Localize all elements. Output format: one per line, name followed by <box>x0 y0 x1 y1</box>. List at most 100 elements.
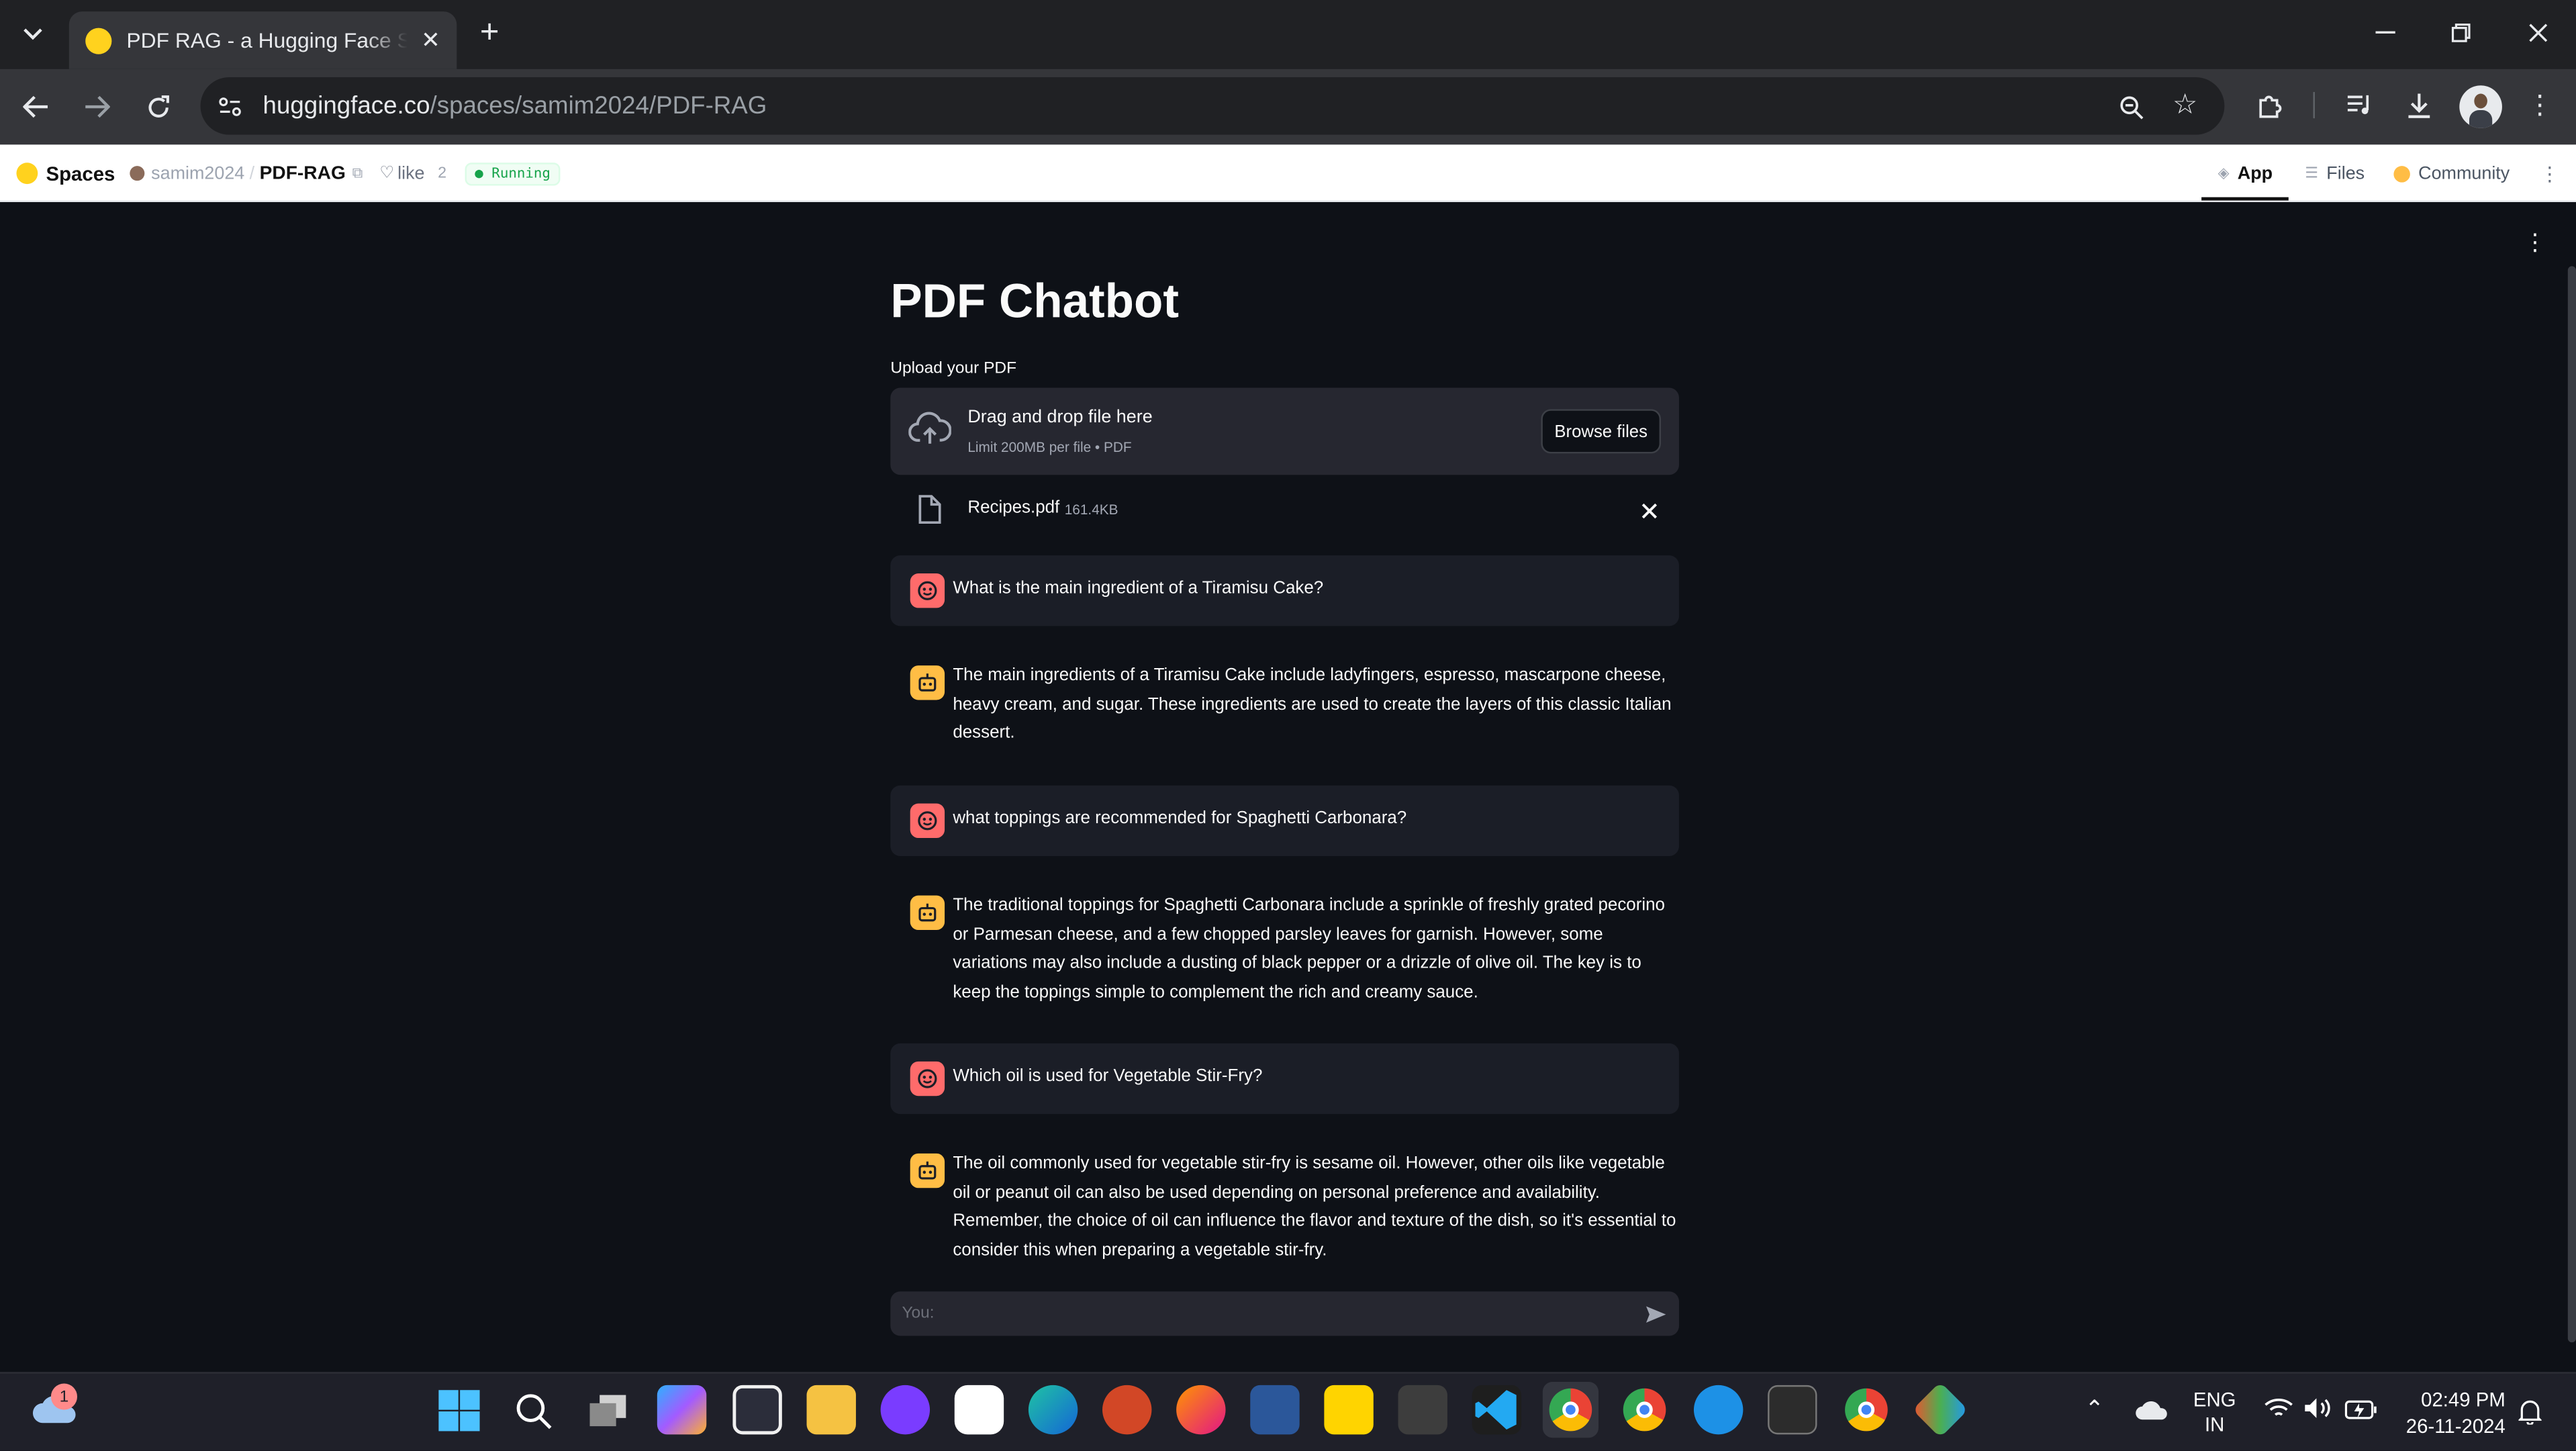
owner-avatar <box>130 166 145 181</box>
space-name-link[interactable]: PDF-RAG ⧉ <box>260 144 363 202</box>
chat-message-user: Which oil is used for Vegetable Stir-Fry… <box>890 1043 1679 1115</box>
tab-app[interactable]: ◈ App <box>2218 144 2273 202</box>
status-badge: ● Running <box>465 144 561 202</box>
task-view-icon[interactable] <box>588 1393 628 1438</box>
chat-input-placeholder: You: <box>902 1304 935 1323</box>
weather-badge: 1 <box>50 1383 78 1410</box>
file-explorer-icon[interactable] <box>806 1385 856 1435</box>
chat-message-assistant: The oil commonly used for vegetable stir… <box>890 1135 1679 1283</box>
zoom-icon[interactable] <box>2114 91 2147 124</box>
page-scrollbar[interactable] <box>2567 266 2576 1343</box>
battery-icon[interactable] <box>2344 1398 2377 1427</box>
send-icon[interactable] <box>1641 1300 1671 1328</box>
chat-input[interactable]: You: <box>890 1291 1679 1336</box>
cloud-upload-icon <box>908 411 952 455</box>
community-icon <box>2393 165 2410 182</box>
user-avatar-icon <box>910 573 945 608</box>
close-window-icon[interactable] <box>2522 16 2555 49</box>
spaces-label: Spaces <box>46 162 115 185</box>
downloads-icon[interactable] <box>2402 89 2435 122</box>
slack-icon[interactable] <box>954 1385 1004 1435</box>
vscode-icon[interactable] <box>1472 1385 1522 1435</box>
word-icon[interactable] <box>1250 1385 1300 1435</box>
like-label: like <box>397 163 425 183</box>
uploaded-file-size: 161.4KB <box>1064 501 1118 518</box>
remove-file-icon[interactable] <box>1636 498 1662 524</box>
bot-avatar-icon <box>910 1153 945 1188</box>
tab-community-label: Community <box>2418 163 2510 183</box>
chrome-icon[interactable] <box>1620 1385 1669 1434</box>
hugging-face-logo-icon <box>16 162 38 185</box>
space-menu-icon[interactable]: ⋮ <box>2540 144 2559 202</box>
message-text: The main ingredients of a Tiramisu Cake … <box>953 665 1672 743</box>
uploaded-file-name: Recipes.pdf <box>967 498 1060 518</box>
browser-tab-active[interactable]: PDF RAG - a Hugging Face Space by samim2… <box>68 11 457 69</box>
restore-icon[interactable] <box>2444 16 2477 49</box>
chat-message-user: what toppings are recommended for Spaghe… <box>890 785 1679 856</box>
like-button[interactable]: ♡ like 2 <box>379 144 446 202</box>
search-icon[interactable] <box>514 1392 554 1440</box>
copy-icon[interactable]: ⧉ <box>352 165 363 183</box>
tab-close-icon[interactable]: ✕ <box>421 26 440 54</box>
owner-link[interactable]: samim2024 / <box>130 144 259 202</box>
wifi-icon[interactable] <box>2264 1397 2293 1427</box>
minimize-icon[interactable] <box>2369 16 2402 49</box>
edge-icon[interactable] <box>1028 1385 1078 1435</box>
tab-title: PDF RAG - a Hugging Face Space by samim2… <box>126 28 408 53</box>
new-tab-icon[interactable]: + <box>471 14 508 51</box>
docker-icon[interactable] <box>1693 1385 1744 1435</box>
message-text: The oil commonly used for vegetable stir… <box>953 1153 1676 1260</box>
clock[interactable]: 02:49 PM 26-11-2024 <box>2397 1387 2506 1439</box>
browse-files-button[interactable]: Browse files <box>1541 409 1662 454</box>
notification-bell-icon[interactable] <box>2518 1398 2543 1432</box>
space-name: PDF-RAG <box>259 163 346 183</box>
clock-time: 02:49 PM <box>2421 1388 2506 1412</box>
onedrive-icon[interactable] <box>2134 1398 2170 1429</box>
url-path: /spaces/samim2024/PDF-RAG <box>430 92 767 120</box>
terminal-icon[interactable] <box>1768 1385 1817 1435</box>
windows-start-icon[interactable] <box>438 1390 480 1432</box>
bookmark-star-icon[interactable]: ☆ <box>2168 89 2201 122</box>
media-control-icon[interactable] <box>2343 89 2376 122</box>
toolbar-divider <box>2313 92 2315 119</box>
app-icon-purple[interactable] <box>880 1385 931 1435</box>
owner-name: samim2024 <box>151 163 245 183</box>
sticky-notes-icon[interactable] <box>1324 1385 1374 1435</box>
firefox-icon[interactable] <box>1176 1385 1226 1435</box>
tab-files[interactable]: ☰ Files <box>2305 144 2365 202</box>
message-text: The traditional toppings for Spaghetti C… <box>953 895 1665 1002</box>
language-line1: ENG <box>2193 1388 2236 1412</box>
copilot-icon[interactable] <box>657 1385 707 1435</box>
address-bar[interactable]: huggingface.co/spaces/samim2024/PDF-RAG <box>200 77 2225 135</box>
chrome-profile-icon-active[interactable] <box>1542 1382 1599 1438</box>
tab-app-label: App <box>2237 163 2273 183</box>
profile-avatar[interactable] <box>2459 85 2502 128</box>
tab-community[interactable]: Community <box>2393 144 2510 202</box>
volume-icon[interactable] <box>2303 1397 2333 1427</box>
file-icon <box>916 495 941 532</box>
microsoft-store-icon[interactable] <box>732 1385 782 1435</box>
tab-search-chevron-icon[interactable] <box>13 16 53 52</box>
extensions-icon[interactable] <box>2252 89 2289 122</box>
screen: PDF RAG - a Hugging Face Space by samim2… <box>0 0 2576 1451</box>
language-line2: IN <box>2205 1413 2225 1436</box>
spaces-link[interactable]: Spaces <box>16 144 115 202</box>
tray-overflow-icon[interactable]: ⌃ <box>2085 1395 2104 1423</box>
chat-message-assistant: The main ingredients of a Tiramisu Cake … <box>890 647 1679 771</box>
files-icon: ☰ <box>2305 164 2319 181</box>
language-indicator[interactable]: ENG IN <box>2193 1389 2236 1438</box>
bot-avatar-icon <box>910 665 945 700</box>
app-icon: ◈ <box>2217 164 2230 181</box>
powerpoint-icon[interactable] <box>1102 1385 1152 1435</box>
site-info-icon[interactable] <box>213 91 246 124</box>
chrome-profile-icon-2[interactable] <box>1842 1385 1891 1434</box>
forward-icon[interactable] <box>77 89 117 125</box>
heart-icon: ♡ <box>379 164 395 183</box>
chat-message-user: What is the main ingredient of a Tiramis… <box>890 555 1679 626</box>
streamlit-menu-icon[interactable]: ⋮ <box>2524 228 2546 254</box>
browser-menu-icon[interactable]: ⋮ <box>2525 89 2555 122</box>
back-icon[interactable] <box>16 89 56 125</box>
clock-date: 26-11-2024 <box>2405 1414 2506 1438</box>
sublime-text-icon[interactable] <box>1398 1385 1447 1435</box>
reload-icon[interactable] <box>138 89 178 125</box>
